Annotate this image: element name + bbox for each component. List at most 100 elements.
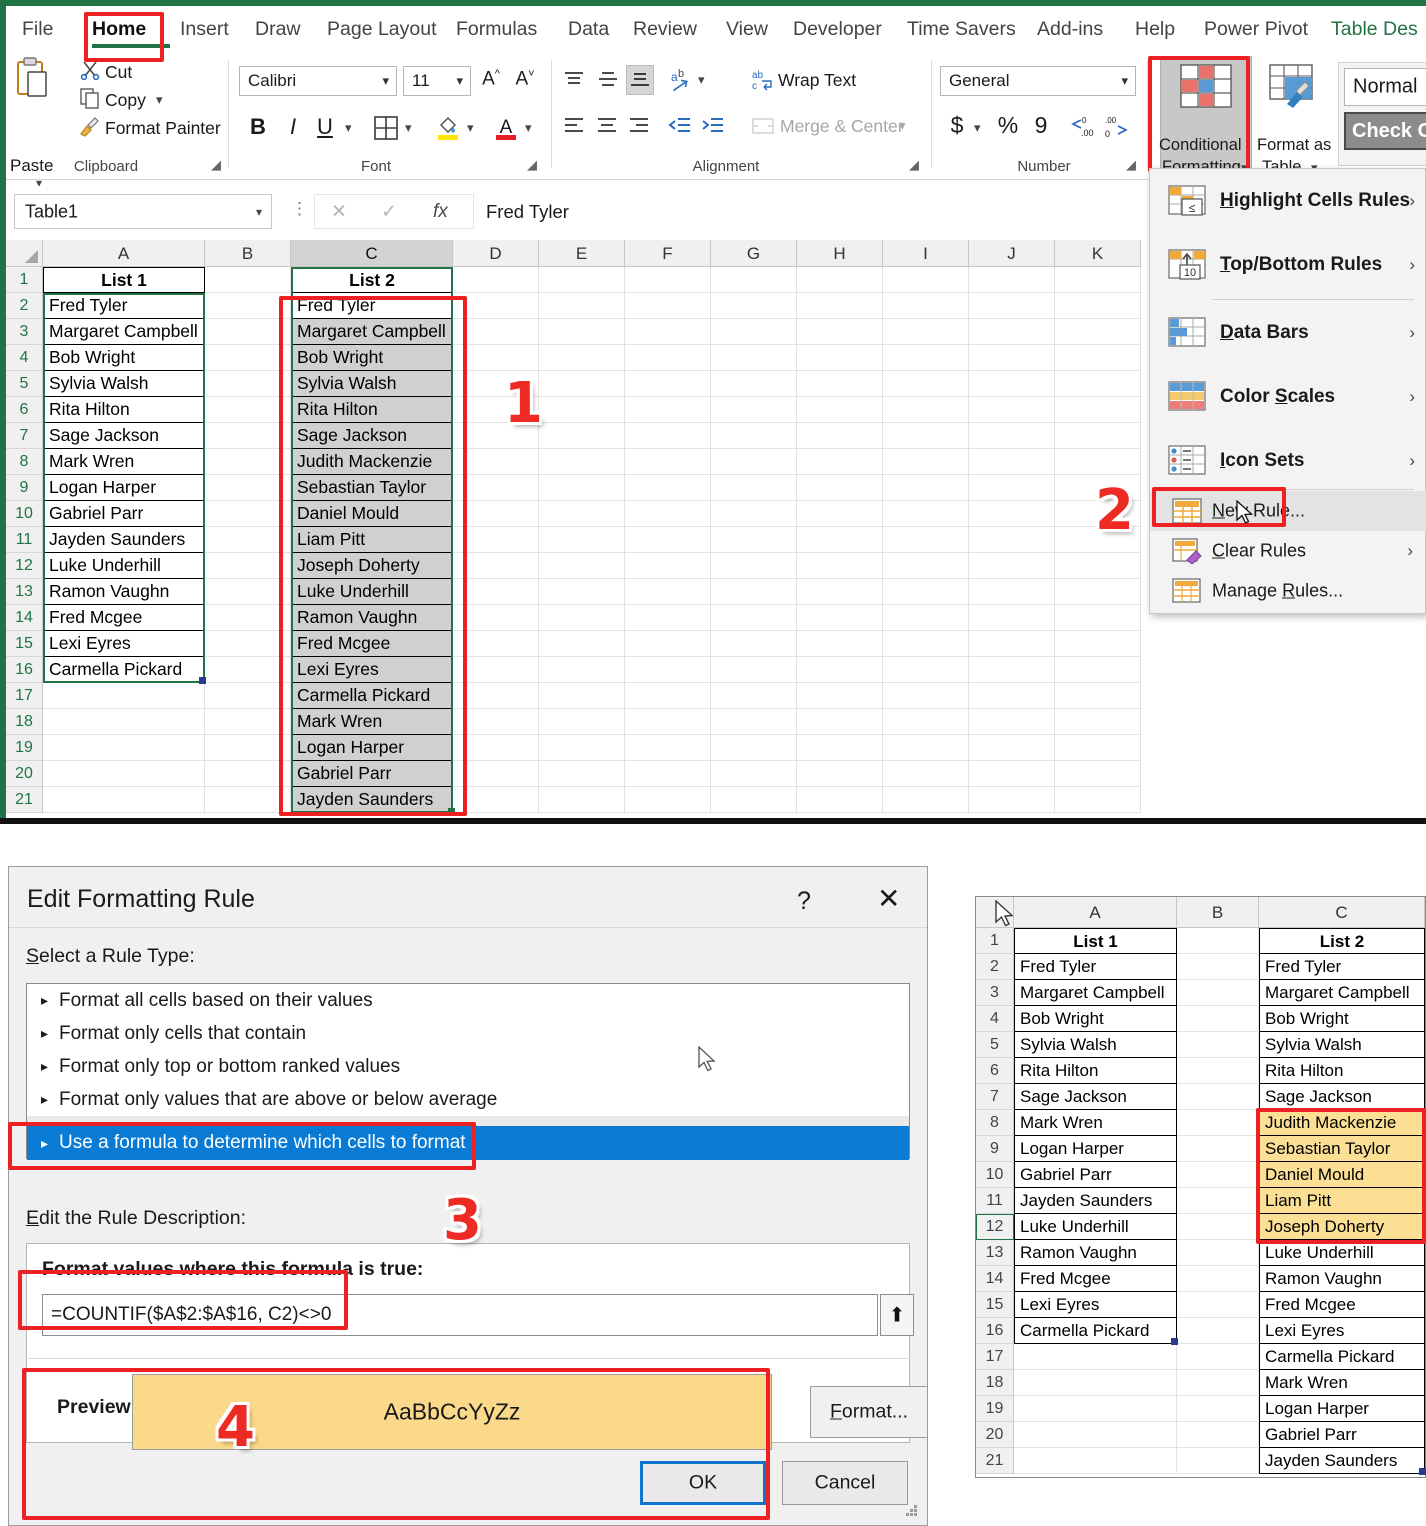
column-header-f[interactable]: F [625,240,711,267]
cell-B14[interactable] [205,605,291,631]
result-cell-A12[interactable]: Luke Underhill [1014,1214,1177,1240]
cell-C18[interactable]: Mark Wren [291,709,453,735]
cell-C9[interactable]: Sebastian Taylor [291,475,453,501]
tab-view[interactable]: View [726,6,768,52]
increase-decimal-icon[interactable]: 0 .00 [1069,114,1097,140]
bold-button[interactable]: B [246,114,270,140]
collapse-dialog-button[interactable]: ⬆ [880,1294,914,1336]
font-name-input[interactable]: Calibri ▾ [239,66,397,96]
cell-K16[interactable] [1055,657,1141,683]
rule-type-option-0[interactable]: ▸ Format all cells based on their values [27,984,909,1017]
cell-B21[interactable] [205,787,291,813]
result-cell-C21[interactable]: Jayden Saunders [1259,1448,1425,1474]
cell-I1[interactable] [883,267,969,293]
cell-H5[interactable] [797,371,883,397]
cell-G10[interactable] [711,501,797,527]
result-cell-A19[interactable] [1014,1396,1177,1422]
cell-B10[interactable] [205,501,291,527]
cell-K14[interactable] [1055,605,1141,631]
result-row-header-5[interactable]: 5 [976,1032,1014,1058]
cell-H20[interactable] [797,761,883,787]
select-all-corner[interactable] [6,240,43,267]
cell-C2[interactable]: Fred Tyler [291,293,453,319]
cell-style-normal[interactable]: Normal [1344,68,1426,106]
cell-C20[interactable]: Gabriel Parr [291,761,453,787]
result-cell-C4[interactable]: Bob Wright [1259,1006,1425,1032]
formula-input[interactable]: =COUNTIF($A$2:$A$16, C2)<>0 [42,1294,878,1336]
result-row-header-16[interactable]: 16 [976,1318,1014,1344]
cell-D19[interactable] [453,735,539,761]
cell-D18[interactable] [453,709,539,735]
cell-I2[interactable] [883,293,969,319]
cell-A8[interactable]: Mark Wren [43,449,205,475]
copy-icon[interactable] [80,88,100,110]
cell-F16[interactable] [625,657,711,683]
result-cell-C20[interactable]: Gabriel Parr [1259,1422,1425,1448]
result-cell-C9[interactable]: Sebastian Taylor [1259,1136,1425,1162]
cell-C6[interactable]: Rita Hilton [291,397,453,423]
decrease-decimal-icon[interactable]: .00 0 [1104,114,1132,140]
column-header-j[interactable]: J [969,240,1055,267]
cell-I18[interactable] [883,709,969,735]
result-row-header-7[interactable]: 7 [976,1084,1014,1110]
cell-J7[interactable] [969,423,1055,449]
cell-E17[interactable] [539,683,625,709]
cell-C14[interactable]: Ramon Vaughn [291,605,453,631]
cell-E11[interactable] [539,527,625,553]
cell-F13[interactable] [625,579,711,605]
cell-C17[interactable]: Carmella Pickard [291,683,453,709]
cell-C7[interactable]: Sage Jackson [291,423,453,449]
format-painter-label[interactable]: Format Painter [105,118,221,139]
cell-B13[interactable] [205,579,291,605]
cell-J8[interactable] [969,449,1055,475]
result-cell-C7[interactable]: Sage Jackson [1259,1084,1425,1110]
cell-J4[interactable] [969,345,1055,371]
result-cell-B16[interactable] [1177,1318,1259,1344]
cell-K21[interactable] [1055,787,1141,813]
cell-J2[interactable] [969,293,1055,319]
result-row-header-4[interactable]: 4 [976,1006,1014,1032]
menu-item-data-bars[interactable]: Data Bars › [1150,301,1426,365]
name-box[interactable]: Table1 ▾ [14,194,272,229]
tab-time-savers[interactable]: Time Savers [907,6,1016,52]
cell-K19[interactable] [1055,735,1141,761]
column-header-e[interactable]: E [539,240,625,267]
font-color-icon[interactable]: A [494,114,518,142]
cell-B9[interactable] [205,475,291,501]
cell-I19[interactable] [883,735,969,761]
result-cell-C6[interactable]: Rita Hilton [1259,1058,1425,1084]
column-header-c[interactable]: C [291,240,453,267]
result-cell-B12[interactable] [1177,1214,1259,1240]
cell-B16[interactable] [205,657,291,683]
cell-C3[interactable]: Margaret Campbell [291,319,453,345]
tab-help[interactable]: Help [1135,6,1175,52]
cell-H6[interactable] [797,397,883,423]
cell-D14[interactable] [453,605,539,631]
result-cell-B8[interactable] [1177,1110,1259,1136]
result-cell-C15[interactable]: Fred Mcgee [1259,1292,1425,1318]
rule-type-option-5[interactable]: ▸ Use a formula to determine which cells … [27,1126,909,1160]
cell-A11[interactable]: Jayden Saunders [43,527,205,553]
cell-E19[interactable] [539,735,625,761]
result-cell-C18[interactable]: Mark Wren [1259,1370,1425,1396]
number-dialog-launcher[interactable]: ◢ [1126,157,1136,173]
font-size-input[interactable]: 11 ▾ [403,66,471,96]
column-header-g[interactable]: G [711,240,797,267]
cell-H12[interactable] [797,553,883,579]
fill-handle-c[interactable] [448,808,455,815]
cell-H9[interactable] [797,475,883,501]
cell-G21[interactable] [711,787,797,813]
result-cell-A3[interactable]: Margaret Campbell [1014,980,1177,1006]
cell-E7[interactable] [539,423,625,449]
result-column-header-c[interactable]: C [1259,897,1425,928]
cell-J21[interactable] [969,787,1055,813]
cell-F1[interactable] [625,267,711,293]
cell-G20[interactable] [711,761,797,787]
result-cell-A6[interactable]: Rita Hilton [1014,1058,1177,1084]
result-cell-A4[interactable]: Bob Wright [1014,1006,1177,1032]
format-button[interactable]: Format... [810,1386,928,1438]
cell-E1[interactable] [539,267,625,293]
cell-H4[interactable] [797,345,883,371]
cell-I15[interactable] [883,631,969,657]
result-row-header-18[interactable]: 18 [976,1370,1014,1396]
